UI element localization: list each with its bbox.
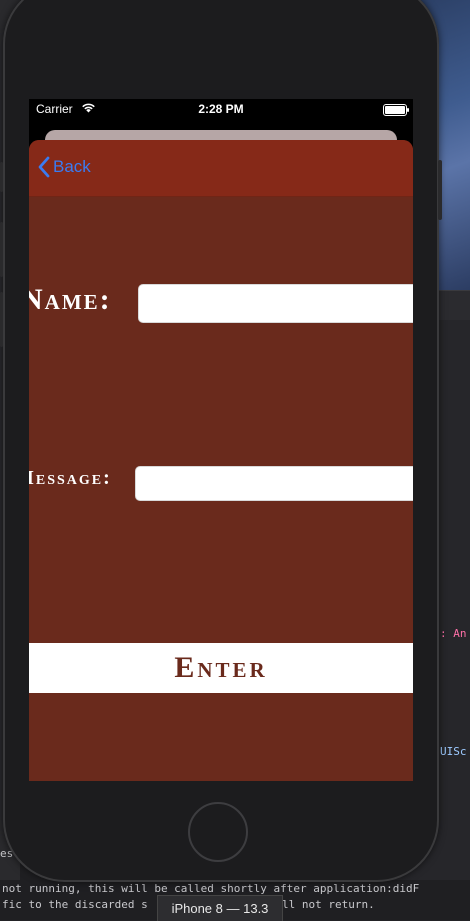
power-button — [438, 160, 442, 220]
message-label: Message: — [29, 467, 112, 489]
phone-screen: Carrier 2:28 PM Back Name: Message: Ente… — [29, 99, 413, 781]
ide-code-uisc: UISc — [440, 745, 467, 758]
navigation-bar: Back — [29, 140, 413, 197]
console-line-2-end: ll not return. — [282, 898, 375, 911]
home-button[interactable] — [188, 802, 248, 862]
enter-button[interactable]: Enter — [29, 643, 413, 693]
battery-icon — [383, 104, 409, 116]
form-sheet: Back Name: Message: Enter — [29, 140, 413, 781]
mute-switch — [0, 162, 3, 192]
status-time: 2:28 PM — [198, 102, 244, 116]
chevron-left-icon — [38, 156, 50, 178]
volume-down-button — [0, 292, 3, 347]
ide-code-an: : An — [440, 627, 467, 640]
console-line-1: not running, this will be called shortly… — [2, 882, 420, 895]
name-label: Name: — [29, 283, 112, 316]
status-bar: Carrier 2:28 PM — [29, 99, 413, 119]
back-button-label: Back — [53, 157, 91, 176]
back-button[interactable]: Back — [38, 156, 91, 178]
simulator-device-label: iPhone 8 — 13.3 — [157, 895, 283, 921]
console-line-2: fic to the discarded s — [2, 898, 148, 911]
name-field[interactable] — [138, 284, 413, 323]
volume-up-button — [0, 222, 3, 277]
message-field[interactable] — [135, 466, 413, 501]
